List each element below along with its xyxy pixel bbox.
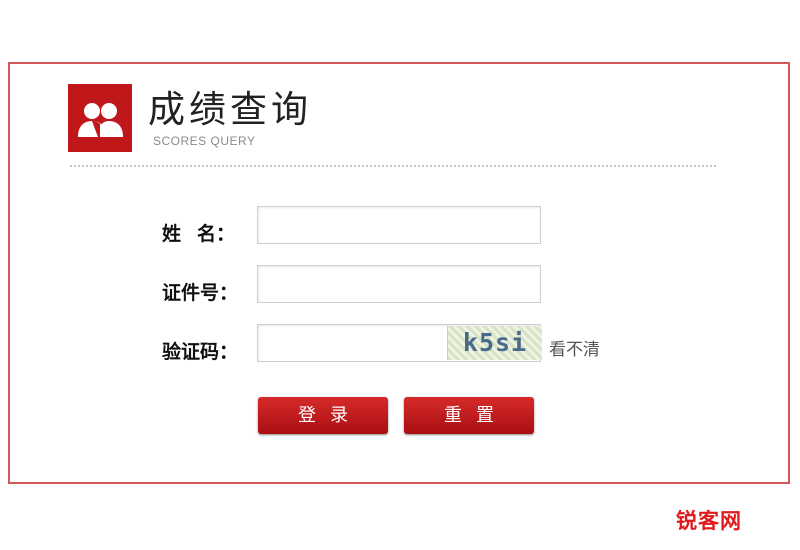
name-input[interactable] [257, 206, 541, 244]
page-subtitle: SCORES QUERY [153, 134, 256, 148]
watermark: 锐客网 [676, 509, 742, 533]
reset-button[interactable]: 重置 [404, 397, 534, 434]
login-button[interactable]: 登录 [258, 397, 388, 434]
id-number-input[interactable] [257, 265, 541, 303]
page-title: 成绩查询 [148, 88, 312, 131]
divider [70, 165, 716, 167]
users-icon [78, 103, 123, 137]
captcha-image[interactable]: k5si [447, 326, 542, 360]
logo-box [68, 84, 132, 152]
id-number-label: 证件号： [162, 282, 239, 304]
name-label-first: 姓 [162, 223, 198, 245]
name-label: 姓名： [162, 222, 235, 246]
refresh-captcha-link[interactable]: 看不清 [549, 339, 600, 361]
name-label-second: 名： [197, 223, 236, 245]
captcha-label: 验证码： [162, 341, 239, 363]
